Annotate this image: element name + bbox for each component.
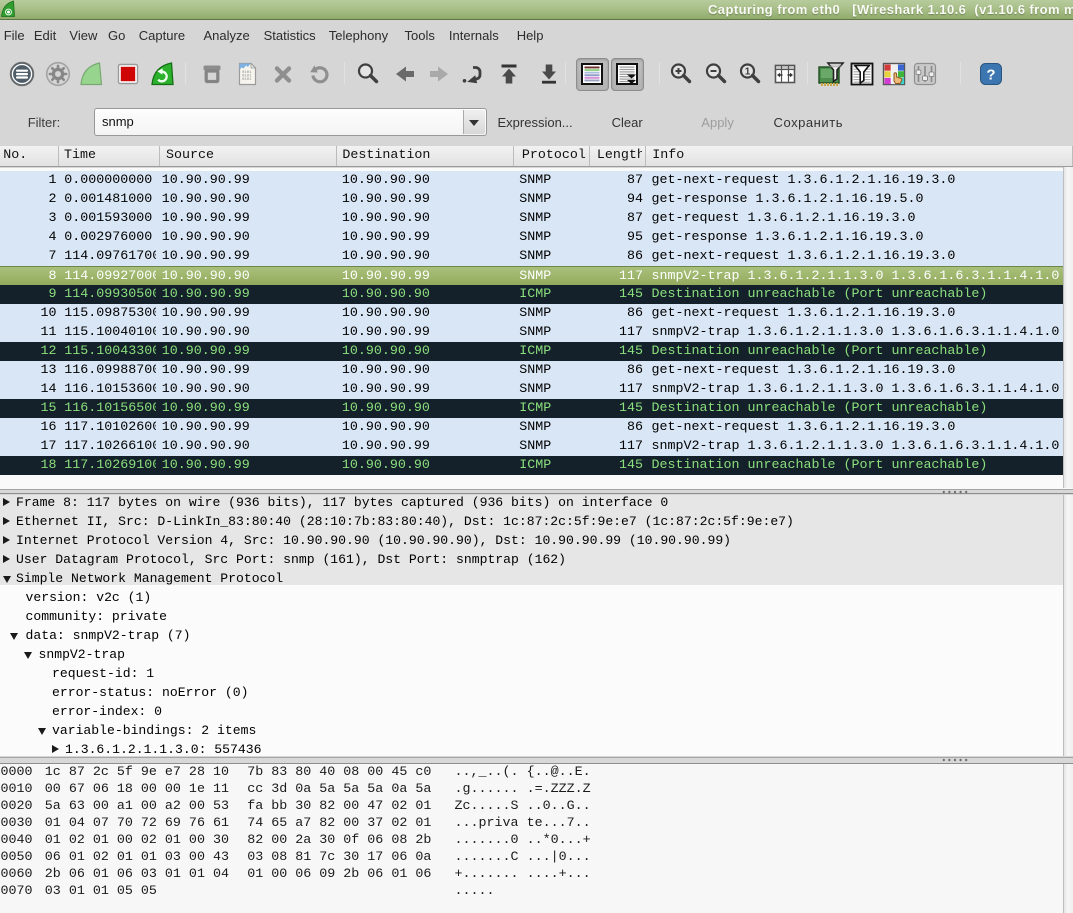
svg-text:0101: 0101 <box>242 78 252 82</box>
svg-text:?: ? <box>986 67 995 84</box>
svg-text:1: 1 <box>745 67 751 78</box>
